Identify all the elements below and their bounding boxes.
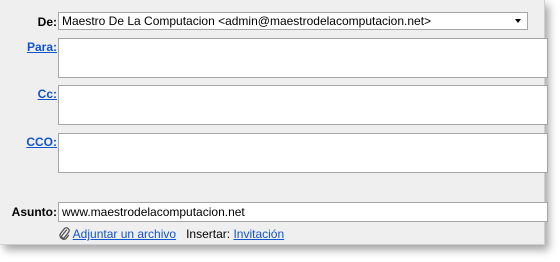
cc-link[interactable]: Cc:	[38, 87, 57, 101]
subject-input[interactable]	[58, 202, 548, 222]
from-select[interactable]: Maestro De La Computacion <admin@maestro…	[58, 12, 528, 30]
paperclip-icon	[59, 227, 70, 240]
attach-row: Adjuntar un archivo Insertar: Invitación	[58, 226, 284, 241]
cc-field[interactable]	[58, 85, 548, 125]
to-link[interactable]: Para:	[27, 40, 57, 54]
chevron-down-icon	[515, 19, 521, 23]
subject-label: Asunto:	[11, 205, 57, 219]
to-field[interactable]	[58, 38, 548, 78]
insert-label: Insertar:	[186, 227, 231, 241]
attach-file-link[interactable]: Adjuntar un archivo	[73, 227, 176, 241]
from-select-value: Maestro De La Computacion <admin@maestro…	[62, 14, 432, 28]
bcc-field[interactable]	[58, 133, 548, 173]
compose-panel: De: Maestro De La Computacion <admin@mae…	[0, 0, 548, 245]
bcc-link[interactable]: CCO:	[26, 135, 57, 149]
invitation-link[interactable]: Invitación	[233, 227, 284, 241]
from-label: De:	[37, 15, 57, 29]
